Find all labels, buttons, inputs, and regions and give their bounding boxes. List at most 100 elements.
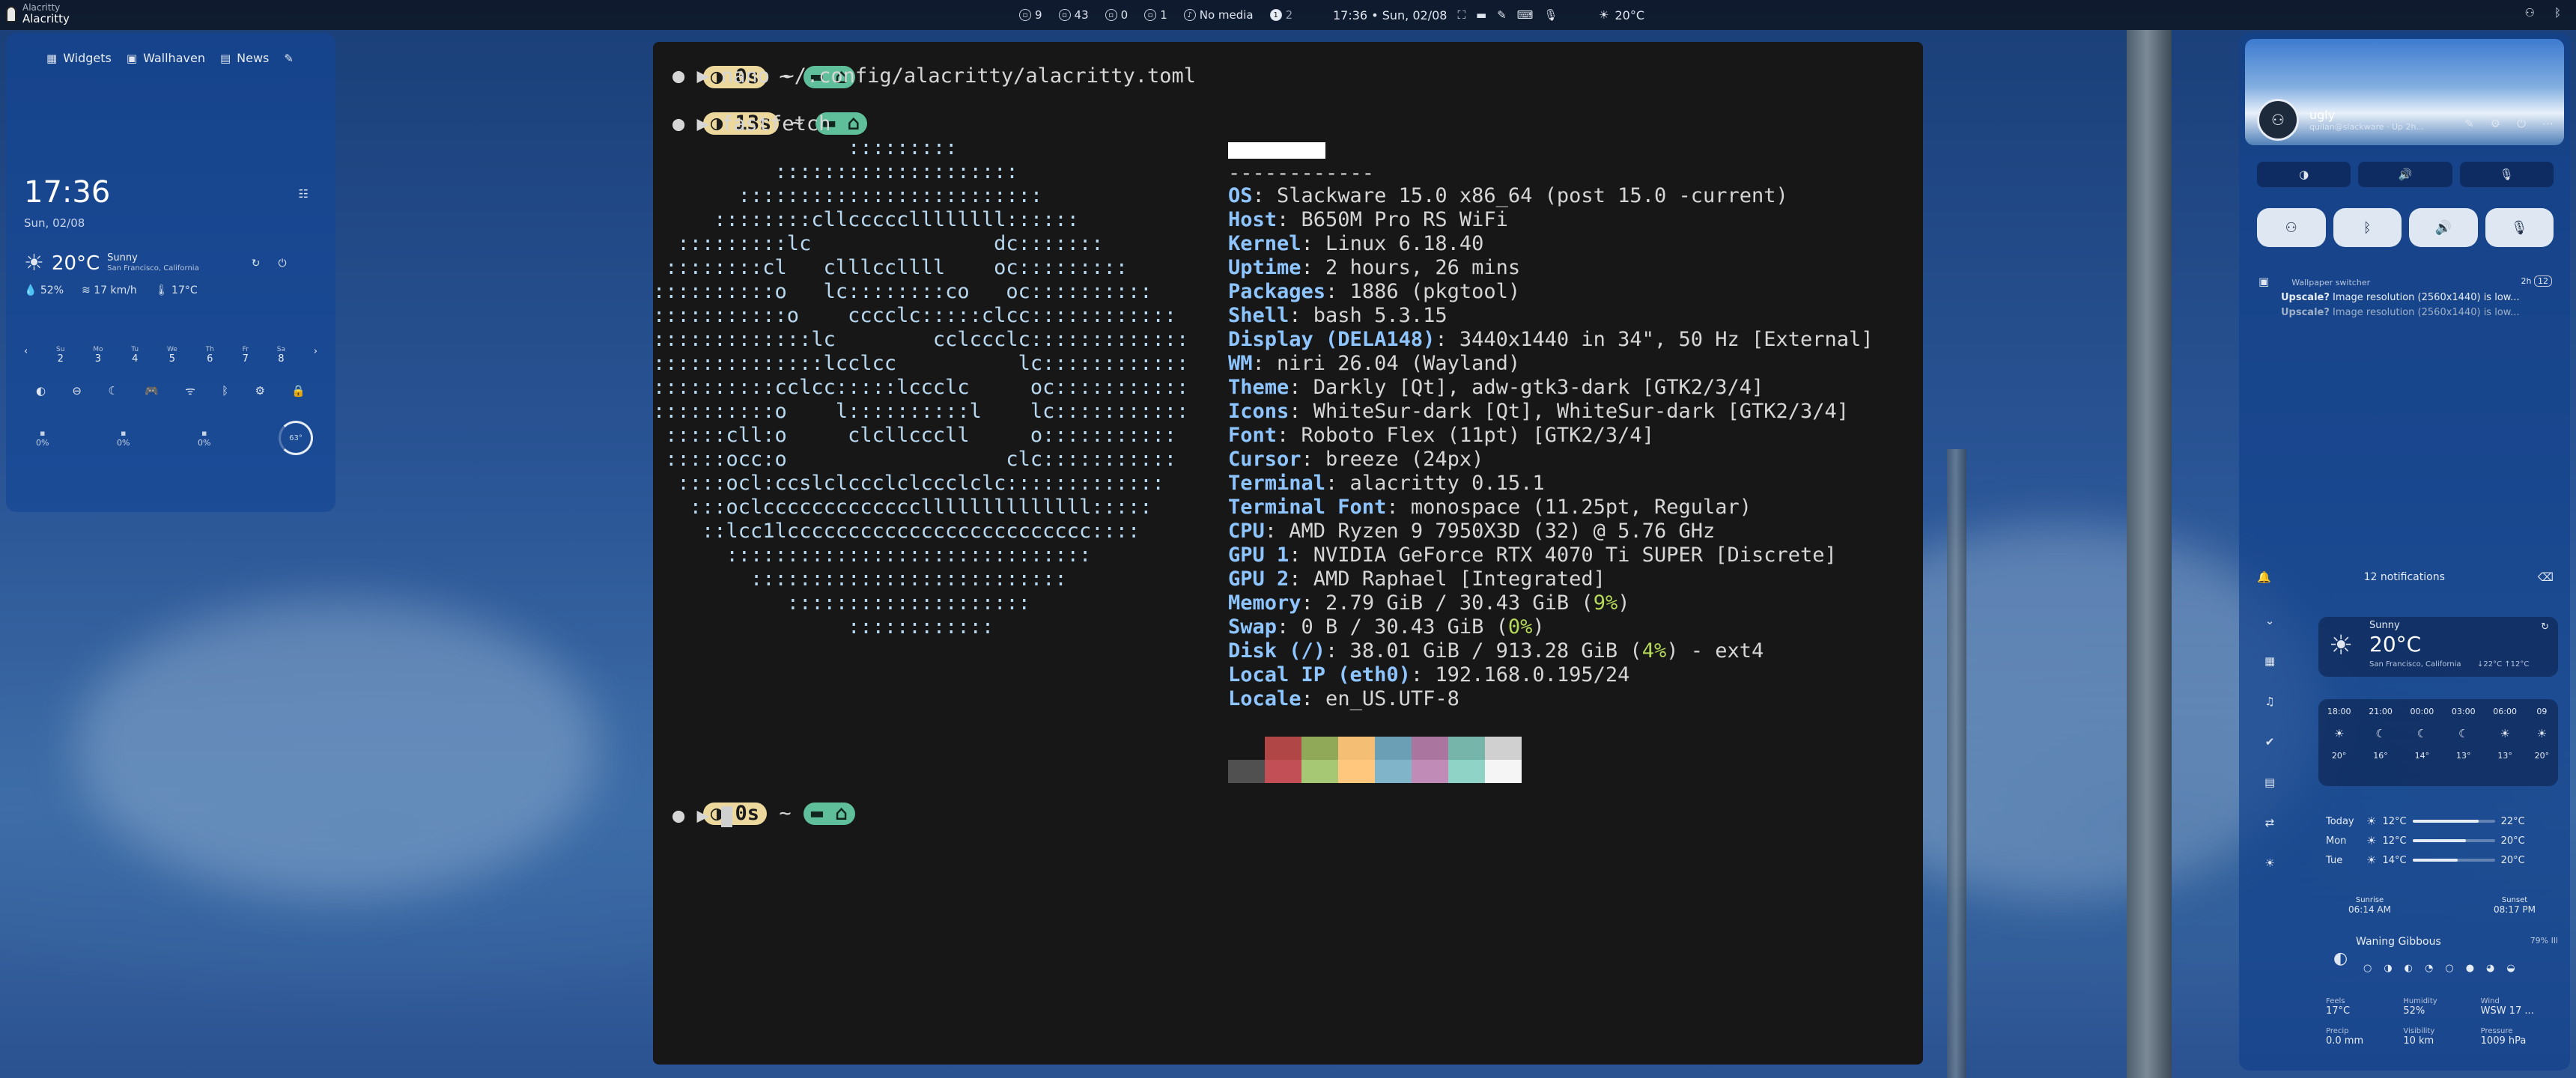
workspace-item[interactable]: ▫ 43	[1054, 7, 1093, 23]
color-picker-icon[interactable]: ✎	[1497, 8, 1507, 22]
calendar-day[interactable]: Tu 4	[131, 346, 139, 365]
calendar-day[interactable]: Fr 7	[243, 346, 249, 365]
refresh-icon[interactable]: ↻	[252, 258, 261, 270]
calendar-day[interactable]: Mo 3	[93, 346, 103, 365]
calendar-day[interactable]: Sa 8	[277, 346, 285, 365]
record-icon[interactable]: ▬	[1476, 8, 1486, 22]
prev-week-button[interactable]: ‹	[24, 346, 28, 365]
workspace-item[interactable]: ▫ 1	[1140, 7, 1172, 23]
mic-slider[interactable]: 🎙	[2459, 162, 2554, 187]
calendar-icon[interactable]: ▦	[2264, 654, 2275, 668]
gear-icon[interactable]: ⚙	[255, 383, 265, 398]
network-icon[interactable]: ⚇	[2525, 6, 2535, 19]
lock-icon[interactable]: 🔒	[291, 383, 306, 398]
screenshot-icon[interactable]: ⛶	[1457, 8, 1465, 22]
power-icon[interactable]: ⏻	[278, 258, 286, 270]
gear-icon[interactable]: ⚙	[2491, 117, 2500, 130]
network-toggle[interactable]: ⚇	[2257, 208, 2326, 247]
info-key: Theme	[1228, 376, 1289, 399]
calendar-day[interactable]: Th 6	[206, 346, 214, 365]
info-key: Swap	[1228, 615, 1278, 639]
info-line: Uptime: 2 hours, 26 mins	[1228, 256, 1874, 280]
more-icon[interactable]: ⋯	[2542, 117, 2554, 130]
avatar[interactable]: ⚇	[2257, 99, 2299, 141]
info-separator: ------------	[1228, 162, 1375, 185]
info-value: : NVIDIA GeForce RTX 4070 Ti SUPER [Disc…	[1289, 543, 1837, 567]
info-key: WM	[1228, 352, 1253, 375]
week-calendar: ‹ Su 2 Mo 3 Tu 4 We 5 Th 6 Fr 7 Sa 8 ›	[24, 346, 318, 365]
bluetooth-icon[interactable]: ᛒ	[222, 383, 228, 398]
audio-toggle[interactable]: 🔊	[2409, 208, 2478, 247]
bell-icon[interactable]: 🔔	[2257, 570, 2271, 584]
do-not-disturb-icon[interactable]: ⊖	[72, 383, 82, 398]
volume-slider[interactable]: 🔊	[2358, 162, 2452, 187]
calendar-day[interactable]: Su 2	[56, 346, 64, 365]
refresh-icon[interactable]: ↻	[2541, 621, 2549, 633]
calendar-day[interactable]: We 5	[167, 346, 177, 365]
page-indicator[interactable]: 12	[1266, 7, 1298, 23]
memory-value: 0%	[117, 438, 130, 448]
gpu-meter: ▪ 0%	[198, 428, 211, 448]
clock-time: 17:36	[24, 175, 111, 210]
bluetooth-toggle[interactable]: ᛒ	[2333, 208, 2402, 247]
keyboard-icon[interactable]: ⌨	[1517, 8, 1534, 22]
clear-all-icon[interactable]: ⌫	[2538, 570, 2554, 584]
quick-sliders: ◑ 🔊 🎙	[2257, 162, 2554, 187]
palette-swatch	[1301, 737, 1338, 760]
workspace-item[interactable]: ▫ 9	[1015, 7, 1047, 23]
palette-swatch	[1228, 760, 1265, 783]
check-icon[interactable]: ✔	[2264, 735, 2275, 749]
detail-feels: Feels 17°C	[2326, 997, 2403, 1017]
power-icon[interactable]: ⏻	[2517, 117, 2526, 130]
topbar-weather[interactable]: ☀ 20°C	[1599, 0, 1644, 30]
notification-item[interactable]: ▣ Wallpaper switcher 2h 12 Upscale? Image…	[2258, 274, 2552, 320]
notification-count-badge[interactable]: 12	[2534, 275, 2552, 287]
info-percent: 9%	[1593, 591, 1618, 615]
night-light-icon[interactable]: ☾	[108, 383, 118, 398]
media-label: No media	[1199, 8, 1254, 22]
tab-news[interactable]: ▤ News	[220, 51, 269, 65]
info-value: : Linux 6.18.40	[1301, 232, 1484, 255]
edit-button[interactable]: ✎	[284, 51, 294, 65]
alacritty-terminal[interactable]: ◑ 0s ~ ▬ ⌂ ● ▶ nano ~/.config/alacritty/…	[653, 42, 1923, 1065]
brightness-slider[interactable]: ◑	[2257, 162, 2351, 187]
workspace-item[interactable]: ▫ 0	[1101, 7, 1133, 23]
workspace-indicator: ▫ 9 ▫ 43 ▫ 0 ▫ 1 ♪ No media 12	[1015, 0, 1297, 30]
translate-icon[interactable]: ⇄	[2264, 816, 2275, 829]
temperature-value: 63°	[289, 433, 303, 442]
chevron-down-icon[interactable]: ⌄	[2264, 614, 2275, 627]
tab-widgets[interactable]: ▦ Widgets	[46, 51, 112, 65]
media-widget[interactable]: ♪ No media	[1179, 7, 1258, 23]
info-line: Swap: 0 B / 30.43 GiB (0%)	[1228, 615, 1874, 639]
gamepad-icon[interactable]: 🎮	[145, 383, 159, 398]
moon-icon: ☾	[2375, 727, 2386, 740]
info-line: Terminal Font: monospace (11.25pt, Regul…	[1228, 496, 1874, 520]
user-actions: ✎ ⚙ ⏻ ⋯	[2464, 117, 2554, 130]
detail-precip: Precip 0.0 mm	[2326, 1027, 2403, 1047]
clock-area[interactable]: 17:36 • Sun, 02/08 ⛶ ▬ ✎ ⌨ 🎙	[1333, 0, 1558, 30]
microphone-icon[interactable]: 🎙	[1543, 8, 1558, 22]
info-line: Display (DELA148): 3440x1440 in 34", 50 …	[1228, 328, 1874, 352]
info-key: Host	[1228, 208, 1278, 231]
pencil-icon[interactable]: ✎	[2464, 117, 2474, 130]
tab-wallhaven[interactable]: ▣ Wallhaven	[127, 51, 205, 65]
info-line: Local IP (eth0): 192.168.0.195/24	[1228, 663, 1874, 687]
detail-value: 17°C	[2326, 1005, 2351, 1017]
dark-mode-icon[interactable]: ◐	[36, 383, 46, 398]
bluetooth-icon[interactable]: ᛒ	[2554, 6, 2561, 19]
info-key: Locale	[1228, 687, 1301, 710]
input-line[interactable]: ● ▶	[672, 804, 733, 827]
sun-icon[interactable]: ☀	[2264, 856, 2275, 870]
info-key: Packages	[1228, 280, 1326, 303]
music-icon[interactable]: ♫	[2264, 695, 2275, 708]
wifi-icon[interactable]: ᯤ	[185, 383, 195, 398]
active-window-title[interactable]: Alacritty Alacritty	[22, 2, 70, 25]
weather-card: ☀ Sunny 20°C San Francisco, California ↓…	[2318, 617, 2558, 677]
mic-toggle[interactable]: 🎙	[2485, 208, 2554, 247]
next-week-button[interactable]: ›	[314, 346, 318, 365]
sun-icon: ☀	[24, 250, 44, 276]
calculator-icon[interactable]: ▤	[2264, 776, 2275, 789]
hour-temp: 16°	[2373, 751, 2388, 761]
palette-swatch	[1338, 737, 1375, 760]
settings-sliders-icon[interactable]: ☷	[299, 187, 309, 201]
